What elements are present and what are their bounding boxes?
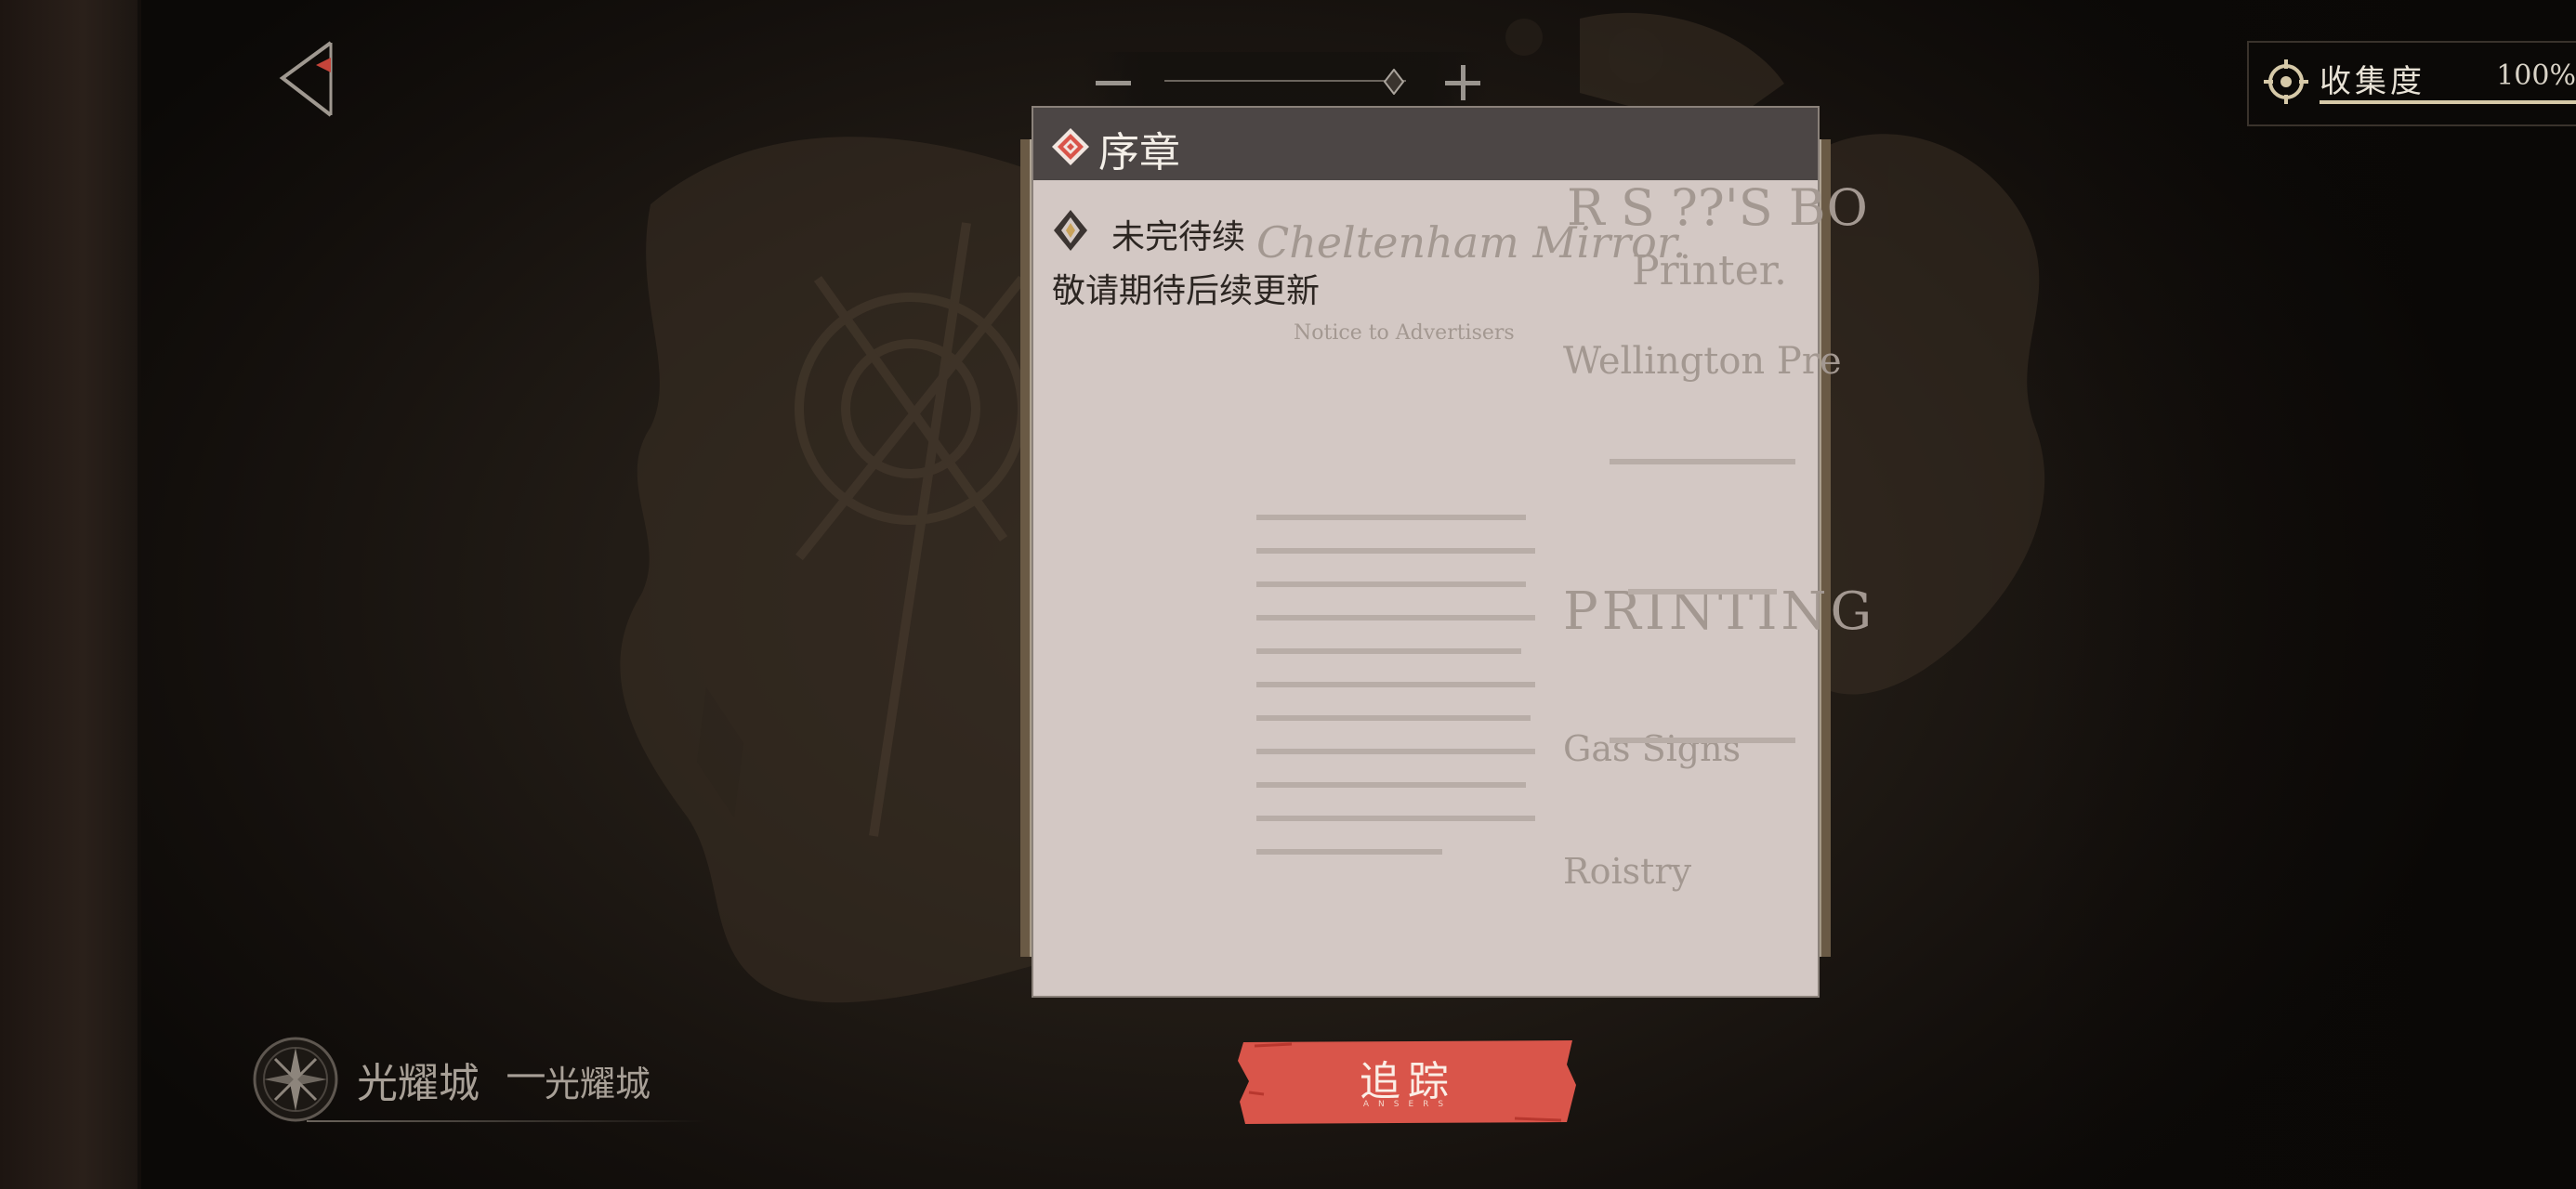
compass-target-icon (2264, 59, 2308, 104)
background-newspaper-edge-left (1020, 139, 1030, 957)
zoom-slider-thumb[interactable] (1383, 68, 1405, 96)
diamond-thumb-icon (1383, 68, 1405, 96)
collection-progress-fill (2320, 100, 2576, 104)
collection-panel[interactable]: 收集度 100% (2247, 41, 2576, 126)
quest-marker-icon (1054, 210, 1087, 251)
location-underline (307, 1120, 706, 1122)
back-arrow-icon (279, 41, 333, 117)
game-map-screen: 收集度 100% Cheltenham Mirror. R S ??'S BO … (0, 0, 2576, 1189)
back-button[interactable] (269, 37, 344, 121)
track-button-label: 追踪 (1360, 1058, 1456, 1105)
quest-title: 未完待续 (1111, 218, 1246, 256)
quest-description: 敬请期待后续更新 (1052, 272, 1321, 310)
collection-progress-track (2320, 100, 2576, 104)
location-name: 光耀城 (357, 1060, 480, 1107)
location-sub-name: 光耀城 (545, 1064, 651, 1104)
background-newspaper-edge-right (1821, 139, 1831, 957)
zoom-control (1083, 52, 1492, 108)
current-location: 光耀城 — 光耀城 (251, 1031, 734, 1133)
chapter-panel-header: 序章 (1033, 108, 1818, 180)
zoom-out-button[interactable] (1090, 59, 1137, 106)
right-vignette (2018, 0, 2576, 1189)
chapter-panel: Cheltenham Mirror. R S ??'S BO Printer. … (1032, 106, 1872, 998)
zoom-in-button[interactable] (1439, 59, 1486, 106)
collection-value: 100% (2496, 59, 2576, 92)
track-button[interactable]: 追踪 ANSERS (1236, 1037, 1580, 1126)
chapter-diamond-icon (1052, 128, 1089, 165)
location-separator: — (506, 1050, 546, 1097)
collection-label: 收集度 (2320, 63, 2425, 100)
track-button-sublabel: ANSERS (1362, 1100, 1453, 1109)
zoom-slider-track[interactable] (1164, 80, 1406, 82)
chapter-title: 序章 (1098, 129, 1180, 176)
compass-rose-icon (253, 1037, 338, 1122)
